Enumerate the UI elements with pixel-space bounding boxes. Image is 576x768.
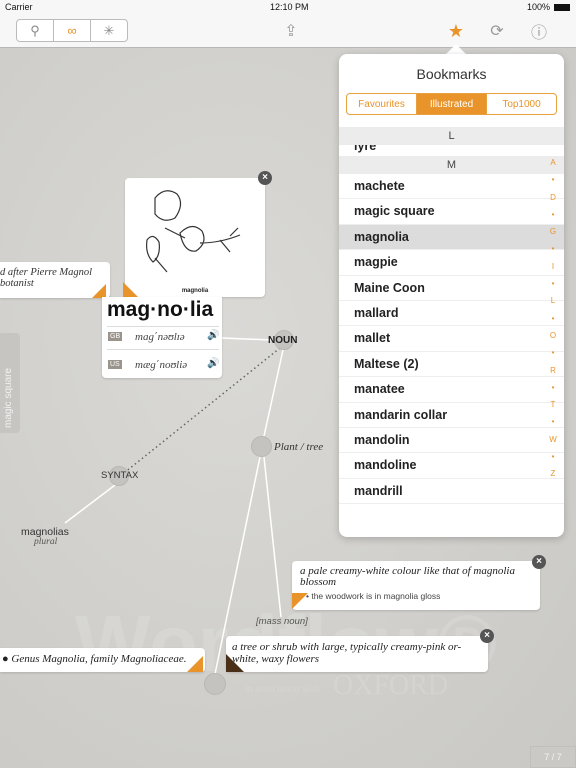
list-item-selected[interactable]: magnolia: [339, 224, 564, 251]
pron-row-gb: GB mag΄nəʊlɪə 🔊: [107, 326, 219, 350]
share-icon[interactable]: ⇪: [280, 20, 302, 42]
plant-node[interactable]: [251, 436, 272, 457]
bookmarks-popover: Bookmarks Favourites Illustrated Top1000…: [339, 54, 564, 537]
list-item[interactable]: manatee: [339, 377, 564, 403]
pron-row-us: US mæg΄noʊliə 🔊: [107, 355, 219, 377]
noun-label: NOUN: [268, 335, 298, 346]
list-item[interactable]: machete: [339, 174, 564, 200]
plural-label: plural: [34, 537, 58, 547]
bookmark-list[interactable]: L lyre M machete magic square magnolia m…: [339, 127, 564, 505]
tab-favourites[interactable]: Favourites: [347, 94, 417, 114]
close-definition-button[interactable]: ×: [480, 629, 494, 643]
index-letter[interactable]: •: [546, 379, 560, 396]
status-bar: Carrier 12:10 PM 100%: [0, 0, 576, 14]
section-header: L: [339, 127, 564, 145]
toolbar: ⚲ ∞ ✳ ⇪ ★ ⟳ ⓘ: [0, 14, 576, 48]
list-item[interactable]: magic square: [339, 199, 564, 225]
page-indicator: 7 / 7: [530, 746, 576, 768]
dark-corner-icon: [226, 654, 244, 672]
speaker-icon[interactable]: 🔊: [207, 358, 219, 369]
info-icon[interactable]: ⓘ: [528, 20, 550, 42]
mode-segmented-control[interactable]: ⚲ ∞ ✳: [16, 19, 128, 42]
ipa: mag΄nəʊlɪə: [135, 331, 185, 343]
region-badge: US: [108, 360, 122, 369]
orange-corner-icon: [123, 282, 139, 298]
list-item[interactable]: mallard: [339, 301, 564, 327]
index-letter[interactable]: •: [546, 275, 560, 292]
refresh-icon[interactable]: ⟳: [486, 20, 508, 42]
list-item[interactable]: mandrill: [339, 479, 564, 505]
index-letter[interactable]: R: [546, 362, 560, 379]
definition-card-colour[interactable]: a pale creamy-white colour like that of …: [292, 561, 540, 610]
index-letter[interactable]: A: [546, 154, 560, 171]
index-letter[interactable]: •: [546, 344, 560, 361]
tab-top1000[interactable]: Top1000: [487, 94, 556, 114]
list-item[interactable]: mandolin: [339, 428, 564, 454]
index-letter[interactable]: L: [546, 292, 560, 309]
battery-icon: [554, 4, 570, 11]
close-definition-button[interactable]: ×: [532, 555, 546, 569]
ipa: mæg΄noʊliə: [135, 359, 188, 371]
definition-text: a pale creamy-white colour like that of …: [300, 565, 515, 588]
plant-label: Plant / tree: [274, 441, 324, 453]
alphabet-index[interactable]: A • D • G • I • L • O • R • T • W • Z: [546, 154, 560, 483]
definition-example: • the woodwork is in magnolia gloss: [306, 591, 441, 601]
index-letter[interactable]: •: [546, 171, 560, 188]
index-letter[interactable]: O: [546, 327, 560, 344]
tab-illustrated[interactable]: Illustrated: [417, 94, 487, 114]
index-letter[interactable]: •: [546, 413, 560, 430]
index-letter[interactable]: T: [546, 396, 560, 413]
definition-card-tree[interactable]: a tree or shrub with large, typically cr…: [226, 636, 488, 672]
definition-card-genus[interactable]: ● Genus Magnolia, family Magnoliaceae.: [0, 648, 205, 672]
index-letter[interactable]: •: [546, 448, 560, 465]
headword: mag·no·lia: [107, 298, 214, 321]
headword-card[interactable]: mag·no·lia GB mag΄nəʊlɪə 🔊 US mæg΄noʊliə…: [102, 297, 222, 378]
list-item[interactable]: mandoline: [339, 453, 564, 479]
index-letter[interactable]: •: [546, 240, 560, 257]
magic-square-tab[interactable]: magic square: [0, 333, 20, 433]
search-icon[interactable]: ⚲: [17, 20, 54, 41]
wordweb-icon[interactable]: ∞: [54, 20, 91, 41]
close-image-button[interactable]: ×: [258, 171, 272, 185]
star-icon[interactable]: ★: [445, 20, 467, 42]
index-letter[interactable]: •: [546, 310, 560, 327]
magnolia-illustration: [146, 190, 241, 273]
index-letter[interactable]: G: [546, 223, 560, 240]
orange-corner-icon: [187, 656, 203, 672]
orange-corner-icon: [92, 284, 106, 298]
orange-corner-icon: [292, 593, 308, 609]
clock: 12:10 PM: [270, 2, 309, 12]
list-item[interactable]: magpie: [339, 250, 564, 276]
battery-text: 100%: [527, 2, 551, 12]
bookmark-tabs: Favourites Illustrated Top1000: [346, 93, 557, 115]
index-letter[interactable]: W: [546, 431, 560, 448]
magic-square-label: magic square: [3, 367, 14, 428]
illustration-card[interactable]: magnolia: [125, 178, 265, 297]
explore-icon[interactable]: ✳: [91, 20, 127, 41]
list-item[interactable]: lyre: [339, 145, 564, 156]
definition-text: a tree or shrub with large, typically cr…: [232, 641, 462, 665]
list-item[interactable]: mandarin collar: [339, 403, 564, 428]
list-item[interactable]: Maine Coon: [339, 276, 564, 301]
list-item[interactable]: mallet: [339, 326, 564, 352]
index-letter[interactable]: I: [546, 258, 560, 275]
definition-text: ● Genus Magnolia, family Magnoliaceae.: [2, 653, 187, 665]
image-caption: magnolia: [181, 288, 209, 294]
list-item[interactable]: Maltese (2): [339, 352, 564, 378]
index-letter[interactable]: •: [546, 206, 560, 223]
index-letter[interactable]: D: [546, 189, 560, 206]
syntax-label: SYNTAX: [101, 470, 139, 481]
mass-noun-label: [mass noun]: [256, 616, 308, 627]
section-header: M: [339, 156, 564, 174]
bookmarks-title: Bookmarks: [416, 66, 487, 82]
carrier: Carrier: [5, 2, 33, 12]
bottom-node[interactable]: [204, 673, 226, 695]
speaker-icon[interactable]: 🔊: [207, 330, 219, 341]
region-badge: GB: [108, 332, 123, 341]
index-letter[interactable]: Z: [546, 465, 560, 482]
